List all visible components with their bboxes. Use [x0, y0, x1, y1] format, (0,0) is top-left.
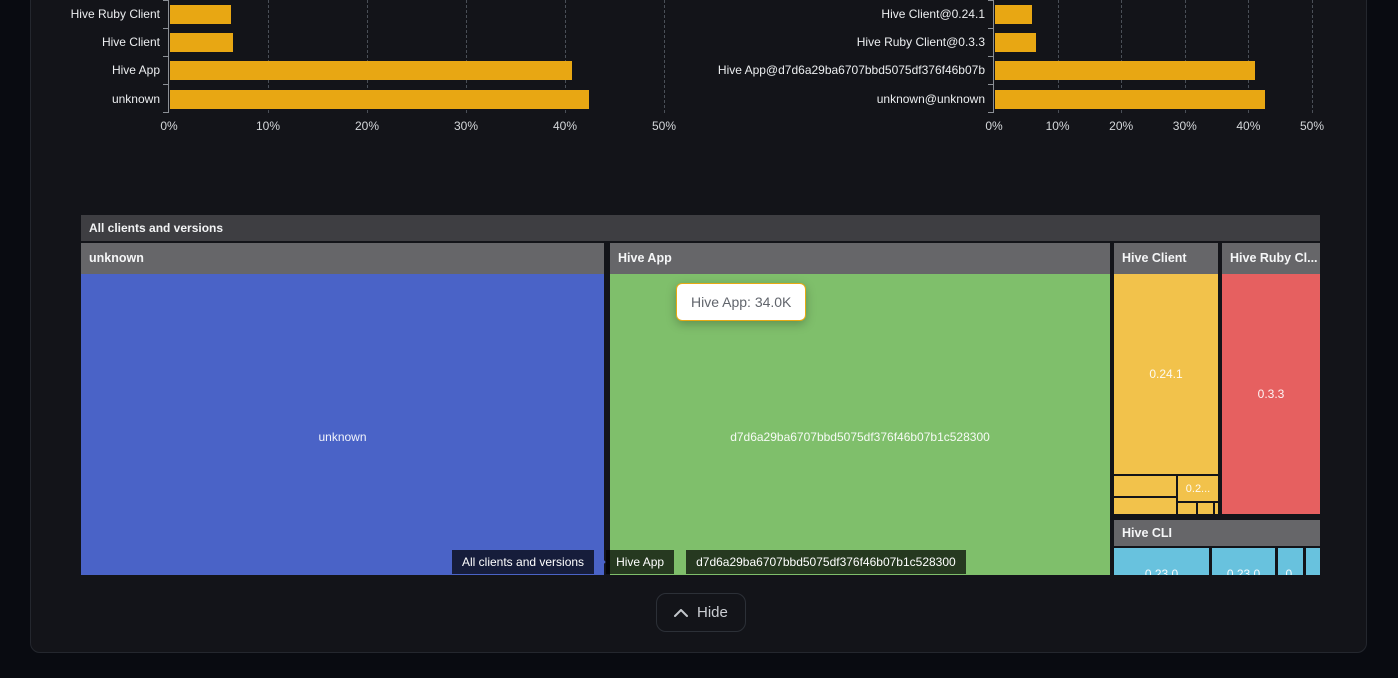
treemap-header-hive-app[interactable]: Hive App: [610, 243, 1110, 274]
x-tick-label: 10%: [1028, 119, 1088, 133]
treemap-cell-hive-cli-0-23-0[interactable]: 0.23.0: [1114, 548, 1209, 575]
breadcrumb-item-root[interactable]: All clients and versions: [452, 550, 594, 574]
bar[interactable]: [995, 90, 1265, 109]
treemap-header-hive-cli[interactable]: Hive CLI: [1114, 520, 1320, 546]
breadcrumb-item-version-hash[interactable]: d7d6a29ba6707bbd5075df376f46b07b1c528300: [686, 550, 966, 574]
treemap-cell-hive-client-minor[interactable]: [1198, 503, 1213, 514]
y-axis-tick: [988, 112, 993, 113]
x-tick-label: 20%: [1091, 119, 1151, 133]
treemap-header-unknown[interactable]: unknown: [81, 243, 604, 274]
treemap-cell-hive-cli-0[interactable]: 0.: [1278, 548, 1303, 575]
hide-button[interactable]: Hide: [656, 593, 746, 632]
treemap-root-header[interactable]: All clients and versions: [81, 215, 1320, 241]
treemap-cell-hive-client-0-2[interactable]: 0.2...: [1178, 476, 1218, 501]
y-axis-line: [993, 0, 994, 113]
treemap-cell-unknown[interactable]: unknown: [81, 274, 604, 575]
client-versions-share-bar-chart: 0% 10%20% 30%40% 50% Hive Client@0.24.1 Hive …: [0, 0, 1398, 140]
hide-button-label: Hide: [697, 604, 728, 621]
treemap-header-hive-ruby-client[interactable]: Hive Ruby Cl...: [1222, 243, 1320, 274]
x-tick-label: 30%: [1155, 119, 1215, 133]
y-axis-label: unknown@unknown: [0, 90, 985, 109]
treemap-cell-hive-client-minor[interactable]: [1114, 498, 1176, 514]
y-axis-tick: [988, 28, 993, 29]
y-axis-label: Hive Client@0.24.1: [0, 5, 985, 24]
y-axis-tick: [988, 56, 993, 57]
treemap-header-hive-client[interactable]: Hive Client: [1114, 243, 1218, 274]
treemap-cell-hive-client-minor[interactable]: [1215, 503, 1218, 514]
chevron-up-icon: [674, 609, 688, 617]
treemap-cell-hive-cli-0-23-0b[interactable]: 0.23.0: [1212, 548, 1275, 575]
y-axis-label: Hive App@d7d6a29ba6707bbd5075df376f46b07…: [0, 61, 985, 80]
gridline: [1312, 0, 1313, 113]
treemap-tooltip: Hive App: 34.0K: [676, 283, 806, 321]
treemap-cell-hive-ruby-0-3-3[interactable]: 0.3.3: [1222, 274, 1320, 514]
breadcrumb-item-hive-app[interactable]: Hive App: [606, 550, 674, 574]
y-axis-label: Hive Ruby Client@0.3.3: [0, 33, 985, 52]
treemap-cell-hive-client-0-24-1[interactable]: 0.24.1: [1114, 274, 1218, 474]
bar[interactable]: [995, 33, 1036, 52]
x-tick-label: 40%: [1218, 119, 1278, 133]
y-axis-tick: [988, 0, 993, 1]
treemap-breadcrumb: All clients and versions Hive App d7d6a2…: [452, 550, 966, 574]
treemap-cell-hive-cli-minor[interactable]: [1306, 548, 1320, 575]
bar[interactable]: [995, 61, 1255, 80]
treemap-cell-hive-client-minor[interactable]: [1114, 476, 1176, 496]
bar[interactable]: [995, 5, 1032, 24]
treemap-cell-hive-client-minor[interactable]: [1178, 503, 1196, 514]
x-tick-label: 0%: [964, 119, 1024, 133]
clients-versions-treemap: All clients and versions unknown unknown…: [81, 215, 1320, 575]
dashboard-page: 0%10%20%30%40%50%Hive Ruby ClientHive Cl…: [0, 0, 1398, 678]
x-tick-label: 50%: [1282, 119, 1342, 133]
chevron-right-icon: [594, 550, 606, 574]
chevron-right-icon: [674, 550, 686, 574]
y-axis-tick: [988, 84, 993, 85]
